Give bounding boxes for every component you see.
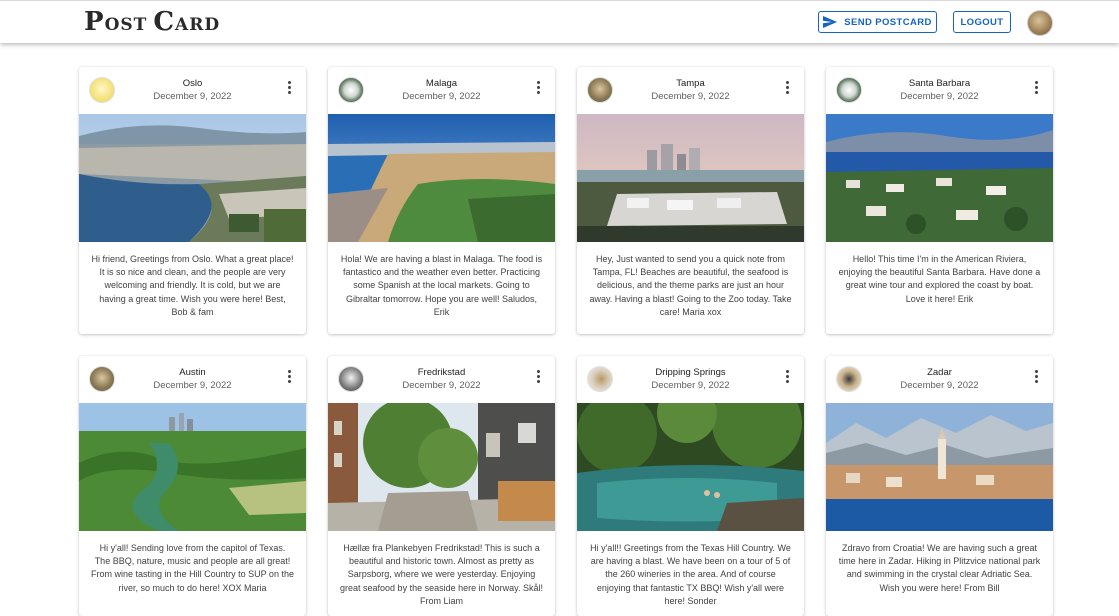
postcard-grid: Oslo December 9, 2022 Hi friend, Greetin… [0, 0, 1119, 616]
card-date: December 9, 2022 [153, 380, 232, 391]
postcard-card: Tampa December 9, 2022 Hey, Just wanted … [577, 67, 804, 334]
card-message: Hey, Just wanted to send you a quick not… [589, 254, 792, 317]
card-message: Hello! This time I'm in the American Riv… [838, 254, 1041, 304]
postcard-photo [328, 403, 555, 531]
postcard-photo [79, 114, 306, 242]
logout-button[interactable]: LOGOUT [953, 11, 1011, 33]
card-date: December 9, 2022 [402, 380, 481, 391]
send-postcard-label: SEND POSTCARD [844, 16, 932, 28]
postcard-photo [328, 114, 555, 242]
card-header: Austin December 9, 2022 [79, 356, 306, 403]
logout-label: LOGOUT [960, 16, 1004, 28]
card-message: Hola! We are having a blast in Malaga. T… [340, 254, 543, 317]
card-date: December 9, 2022 [153, 91, 232, 102]
more-vert-icon[interactable] [1035, 370, 1039, 384]
send-icon [823, 16, 838, 28]
postcard-card: Malaga December 9, 2022 Hola! We are hav… [328, 67, 555, 334]
card-city: Tampa [676, 78, 705, 89]
card-header: Oslo December 9, 2022 [79, 67, 306, 114]
postcard-photo [577, 403, 804, 531]
postcard-card: Fredrikstad December 9, 2022 Hællæ fra P… [328, 356, 555, 616]
postcard-photo [826, 403, 1053, 531]
user-avatar[interactable] [1027, 10, 1053, 36]
postcard-card: Dripping Springs December 9, 2022 Hi y'a… [577, 356, 804, 616]
card-city: Malaga [425, 78, 458, 89]
postcard-card: Oslo December 9, 2022 Hi friend, Greetin… [79, 67, 306, 334]
postcard-logo[interactable]: POST CARD [84, 7, 220, 37]
postcard-card: Zadar December 9, 2022 Zdravo from Croat… [826, 356, 1053, 616]
card-date: December 9, 2022 [900, 380, 979, 391]
logo-text: ARD [175, 15, 221, 35]
postcard-photo [79, 403, 306, 531]
send-postcard-button[interactable]: SEND POSTCARD [818, 11, 937, 33]
logo-letter: C [153, 7, 176, 37]
card-city: Austin [179, 367, 206, 378]
more-vert-icon[interactable] [786, 81, 790, 95]
card-date: December 9, 2022 [402, 91, 481, 102]
card-city: Dripping Springs [655, 367, 726, 378]
card-city: Santa Barbara [908, 78, 971, 89]
logo-letter: P [84, 7, 105, 37]
card-date: December 9, 2022 [651, 91, 730, 102]
postcard-photo [577, 114, 804, 242]
postcard-photo [826, 114, 1053, 242]
card-header: Santa Barbara December 9, 2022 [826, 67, 1053, 114]
postcard-card: Austin December 9, 2022 Hi y'all! Sendin… [79, 356, 306, 616]
card-city: Oslo [182, 78, 203, 89]
card-header: Malaga December 9, 2022 [328, 67, 555, 114]
card-message: Zdravo from Croatia! We are having such … [838, 543, 1041, 593]
card-city: Zadar [927, 367, 952, 378]
card-message: Hi friend, Greetings from Oslo. What a g… [91, 254, 294, 317]
more-vert-icon[interactable] [786, 370, 790, 384]
card-header: Dripping Springs December 9, 2022 [577, 356, 804, 403]
app-bar: POST CARD SEND POSTCARD LOGOUT [0, 0, 1119, 43]
more-vert-icon[interactable] [537, 370, 541, 384]
card-city: Fredrikstad [417, 367, 466, 378]
card-message: Hi y'all!! Greetings from the Texas Hill… [590, 543, 791, 606]
postcard-card: Santa Barbara December 9, 2022 Hello! Th… [826, 67, 1053, 334]
more-vert-icon[interactable] [537, 81, 541, 95]
card-message: Hællæ fra Plankebyen Fredrikstad! This i… [340, 543, 543, 606]
card-date: December 9, 2022 [900, 91, 979, 102]
card-header: Tampa December 9, 2022 [577, 67, 804, 114]
more-vert-icon[interactable] [288, 370, 292, 384]
more-vert-icon[interactable] [1035, 81, 1039, 95]
logo-text: OST [104, 15, 148, 35]
card-message: Hi y'all! Sending love from the capitol … [91, 543, 294, 593]
more-vert-icon[interactable] [288, 81, 292, 95]
card-header: Zadar December 9, 2022 [826, 356, 1053, 403]
card-header: Fredrikstad December 9, 2022 [328, 356, 555, 403]
card-date: December 9, 2022 [651, 380, 730, 391]
